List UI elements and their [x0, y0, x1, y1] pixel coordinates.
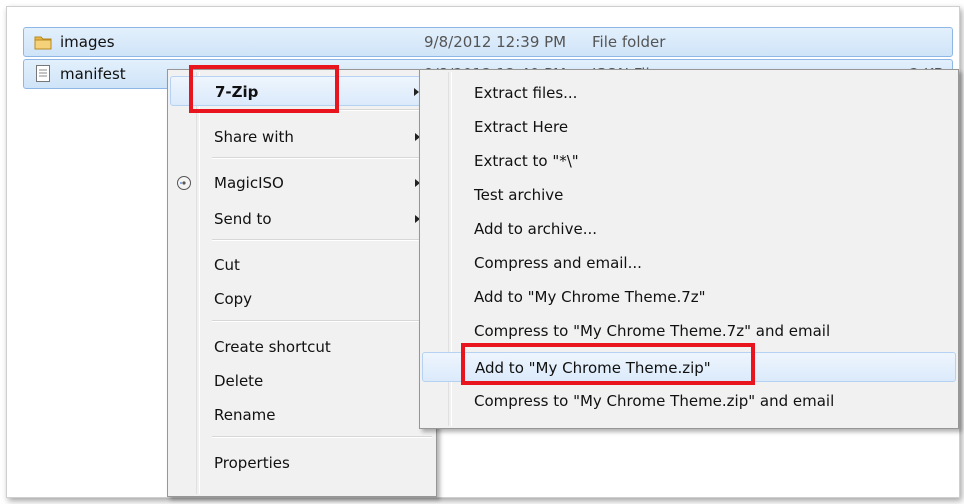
zip-item-extract-files[interactable]: Extract files... [422, 78, 956, 108]
highlight-box-add-to-zip [461, 343, 755, 385]
menu-item-label: Add to "My Chrome Theme.7z" [474, 288, 706, 306]
disc-icon [177, 176, 191, 190]
menu-item-label: Compress to "My Chrome Theme.7z" and ema… [474, 322, 831, 340]
menu-item-label: Share with [214, 128, 294, 146]
file-name: images [60, 33, 115, 51]
menu-item-label: Add to archive... [474, 220, 597, 238]
file-name: manifest [60, 65, 126, 83]
folder-icon [34, 36, 52, 50]
menu-item-properties[interactable]: Properties [170, 448, 434, 478]
menu-item-label: Extract to "*\" [474, 152, 579, 170]
zip-item-add-to-7z[interactable]: Add to "My Chrome Theme.7z" [422, 282, 956, 312]
menu-item-label: Compress to "My Chrome Theme.zip" and em… [474, 392, 835, 410]
menu-item-label: Compress and email... [474, 254, 642, 272]
menu-item-label: Send to [214, 210, 272, 228]
menu-separator [212, 157, 432, 159]
file-row-images[interactable]: images 9/8/2012 12:39 PM File folder [23, 27, 953, 57]
menu-item-send-to[interactable]: Send to [170, 204, 434, 234]
zip-item-extract-to[interactable]: Extract to "*\" [422, 146, 956, 176]
menu-item-label: Extract files... [474, 84, 578, 102]
menu-item-cut[interactable]: Cut [170, 250, 434, 280]
menu-item-magiciso[interactable]: MagicISO [170, 168, 434, 198]
menu-item-create-shortcut[interactable]: Create shortcut [170, 332, 434, 362]
highlight-box-7zip [189, 65, 339, 113]
menu-item-label: Test archive [474, 186, 564, 204]
document-icon [36, 65, 50, 82]
menu-item-label: Delete [214, 372, 264, 390]
zip-item-test-archive[interactable]: Test archive [422, 180, 956, 210]
menu-item-share-with[interactable]: Share with [170, 122, 434, 152]
zip-item-add-to-archive[interactable]: Add to archive... [422, 214, 956, 244]
file-type: File folder [592, 33, 666, 51]
menu-item-label: Extract Here [474, 118, 569, 136]
menu-separator [212, 239, 432, 241]
menu-separator [212, 436, 432, 438]
zip-item-compress-zip-email[interactable]: Compress to "My Chrome Theme.zip" and em… [422, 386, 956, 416]
explorer-window: images 9/8/2012 12:39 PM File folder man… [6, 6, 960, 498]
menu-item-rename[interactable]: Rename [170, 400, 434, 430]
menu-item-label: MagicISO [214, 174, 284, 192]
menu-item-label: Rename [214, 406, 276, 424]
zip-item-compress-7z-email[interactable]: Compress to "My Chrome Theme.7z" and ema… [422, 316, 956, 346]
file-date: 9/8/2012 12:39 PM [424, 33, 567, 51]
menu-item-label: Cut [214, 256, 240, 274]
zip-item-compress-and-email[interactable]: Compress and email... [422, 248, 956, 278]
menu-item-label: Properties [214, 454, 290, 472]
zip-item-extract-here[interactable]: Extract Here [422, 112, 956, 142]
menu-item-delete[interactable]: Delete [170, 366, 434, 396]
context-menu: 7-Zip Share with MagicISO Send to Cut Co… [167, 69, 437, 497]
menu-item-label: Create shortcut [214, 338, 331, 356]
menu-item-label: Copy [214, 290, 253, 308]
menu-item-copy[interactable]: Copy [170, 284, 434, 314]
menu-separator [212, 320, 432, 322]
